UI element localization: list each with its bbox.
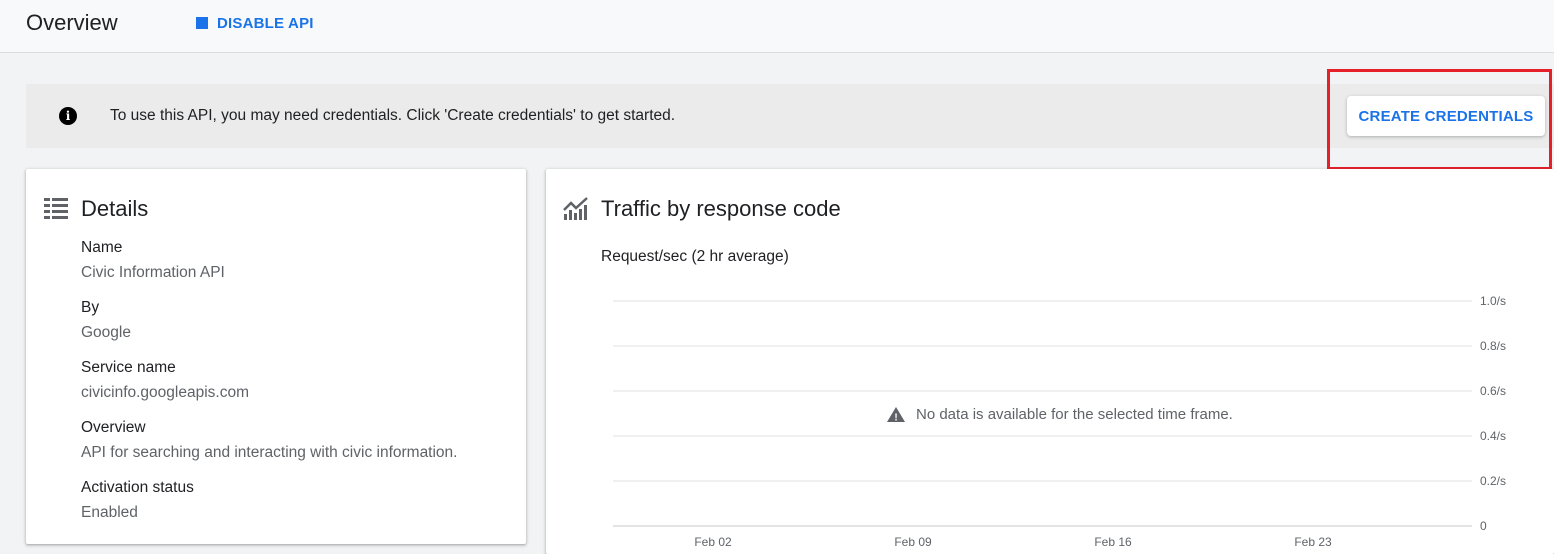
- y-tick-label: 0.2/s: [1480, 474, 1506, 488]
- overview-label: Overview: [81, 419, 146, 436]
- create-credentials-button[interactable]: CREATE CREDENTIALS: [1347, 96, 1545, 136]
- name-value: Civic Information API: [81, 264, 225, 281]
- by-value: Google: [81, 324, 131, 341]
- traffic-chart: 0 0.2/s 0.4/s 0.6/s 0.8/s 1.0/s Feb 02 Feb 09 Fe…: [613, 294, 1506, 549]
- page-title: Overview: [26, 10, 118, 35]
- list-icon: [44, 198, 68, 219]
- traffic-card: Traffic by response code Request/sec (2 …: [546, 169, 1554, 554]
- disable-api-button[interactable]: DISABLE API: [196, 12, 314, 34]
- y-tick-label: 1.0/s: [1480, 294, 1506, 308]
- x-tick-label: Feb 09: [894, 535, 932, 549]
- banner-message: To use this API, you may need credential…: [110, 107, 676, 124]
- no-data-message: ! No data is available for the selected t…: [887, 406, 1233, 424]
- name-label: Name: [81, 239, 123, 256]
- details-card: Details Name Civic Information API By Go…: [26, 169, 526, 544]
- x-tick-label: Feb 23: [1294, 535, 1332, 549]
- service-name-label: Service name: [81, 359, 176, 376]
- activation-status-value: Enabled: [81, 504, 138, 521]
- warning-icon-mark: !: [894, 413, 897, 424]
- by-label: By: [81, 299, 100, 316]
- activation-status-label: Activation status: [81, 479, 194, 496]
- y-tick-label: 0.8/s: [1480, 339, 1506, 353]
- y-tick-label: 0.6/s: [1480, 384, 1506, 398]
- x-tick-label: Feb 16: [1094, 535, 1132, 549]
- details-title: Details: [81, 196, 149, 221]
- no-data-text: No data is available for the selected ti…: [916, 406, 1233, 423]
- stop-square-icon: [196, 17, 208, 29]
- service-name-value: civicinfo.googleapis.com: [81, 384, 250, 401]
- overview-value: API for searching and interacting with c…: [81, 444, 458, 461]
- disable-api-label: DISABLE API: [217, 14, 314, 32]
- y-tick-label: 0.4/s: [1480, 429, 1506, 443]
- x-tick-label: Feb 02: [694, 535, 732, 549]
- y-tick-label: 0: [1480, 519, 1487, 533]
- top-bar: Overview DISABLE API: [0, 0, 1554, 53]
- info-icon: i: [59, 107, 77, 125]
